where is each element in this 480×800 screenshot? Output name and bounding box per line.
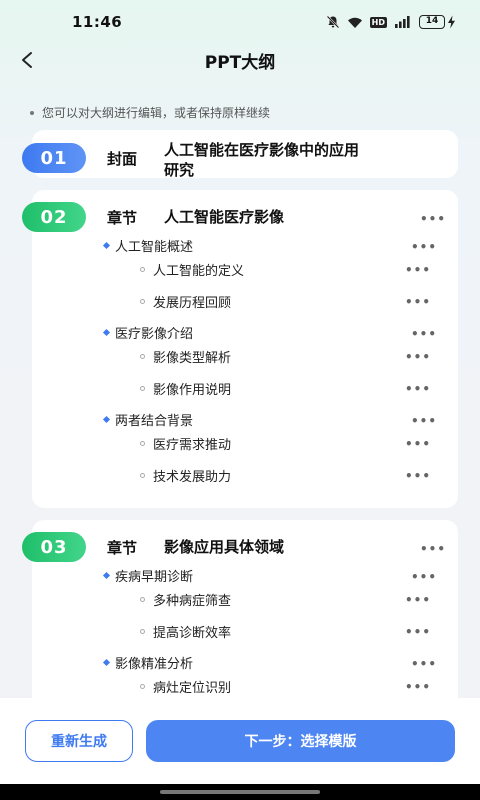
more-options-button[interactable]: •••	[405, 295, 430, 309]
circle-bullet-icon	[140, 299, 145, 304]
leaf-item[interactable]: 多种病症筛查	[140, 590, 231, 609]
section-title-line2: 研究	[164, 161, 195, 179]
leaf-item-label: 影像作用说明	[153, 383, 232, 398]
battery-level: 14	[419, 15, 445, 29]
sub-item[interactable]: 医疗影像介绍	[102, 323, 194, 342]
battery-icon: 14	[419, 15, 456, 29]
diamond-bullet-icon	[102, 415, 111, 424]
circle-bullet-icon	[140, 267, 145, 272]
leaf-item-label: 医疗需求推动	[153, 438, 232, 453]
diamond-bullet-icon	[102, 328, 111, 337]
leaf-item-label: 影像类型解析	[153, 351, 232, 366]
hint-label: 您可以对大纲进行编辑，或者保持原样继续	[42, 106, 271, 120]
circle-bullet-icon	[140, 629, 145, 634]
more-options-button[interactable]: •••	[420, 212, 445, 226]
more-options-button[interactable]: •••	[405, 350, 430, 364]
sub-item-label: 疾病早期诊断	[115, 570, 194, 585]
more-options-button[interactable]: •••	[405, 263, 430, 277]
home-indicator[interactable]	[160, 790, 320, 794]
hd-icon: HD	[369, 16, 387, 28]
sub-item[interactable]: 两者结合背景	[102, 410, 194, 429]
circle-bullet-icon	[140, 354, 145, 359]
leaf-item-label: 病灶定位识别	[153, 681, 232, 696]
sub-item-label: 人工智能概述	[115, 240, 194, 255]
more-options-button[interactable]: •••	[411, 657, 436, 671]
more-options-button[interactable]: •••	[420, 542, 445, 556]
diamond-bullet-icon	[102, 658, 111, 667]
section-title-line1: 人工智能在医疗影像中的应用	[164, 141, 360, 159]
more-options-button[interactable]: •••	[411, 327, 436, 341]
sub-item[interactable]: 影像精准分析	[102, 653, 194, 672]
status-time: 11:46	[72, 13, 123, 31]
wifi-icon	[347, 17, 362, 28]
section-card-chapter[interactable]	[32, 190, 458, 508]
section-type: 封面	[107, 150, 138, 168]
leaf-item[interactable]: 人工智能的定义	[140, 260, 244, 279]
leaf-item[interactable]: 影像作用说明	[140, 379, 231, 398]
circle-bullet-icon	[140, 597, 145, 602]
system-nav-area	[0, 784, 480, 800]
section-number-badge: 01	[22, 143, 86, 173]
circle-bullet-icon	[140, 386, 145, 391]
section-title[interactable]: 人工智能医疗影像	[164, 207, 284, 227]
section-type: 章节	[107, 539, 138, 557]
outline-list[interactable]: 01 封面 人工智能在医疗影像中的应用 研究 02 章节 人工智能医疗影像 ••…	[0, 128, 480, 698]
leaf-item-label: 发展历程回顾	[153, 296, 232, 311]
leaf-item[interactable]: 影像类型解析	[140, 347, 231, 366]
sub-item-label: 两者结合背景	[115, 414, 194, 429]
sub-item[interactable]: 疾病早期诊断	[102, 566, 194, 585]
leaf-item-label: 技术发展助力	[153, 470, 232, 485]
nav-bar: PPT大纲	[0, 40, 480, 80]
status-icons: HD 14	[326, 15, 456, 29]
hint-text: 您可以对大纲进行编辑，或者保持原样继续	[30, 104, 270, 121]
more-options-button[interactable]: •••	[405, 625, 430, 639]
leaf-item[interactable]: 病灶定位识别	[140, 677, 231, 696]
leaf-item[interactable]: 提高诊断效率	[140, 622, 231, 641]
more-options-button[interactable]: •••	[405, 593, 430, 607]
leaf-item-label: 多种病症筛查	[153, 594, 232, 609]
circle-bullet-icon	[140, 684, 145, 689]
status-bar: 11:46 HD 14	[0, 0, 480, 44]
leaf-item-label: 人工智能的定义	[153, 264, 245, 279]
circle-bullet-icon	[140, 441, 145, 446]
circle-bullet-icon	[140, 473, 145, 478]
sub-item[interactable]: 人工智能概述	[102, 236, 194, 255]
more-options-button[interactable]: •••	[411, 240, 436, 254]
mute-bell-icon	[326, 15, 339, 29]
more-options-button[interactable]: •••	[411, 570, 436, 584]
section-type: 章节	[107, 209, 138, 227]
sub-item-label: 影像精准分析	[115, 657, 194, 672]
signal-4g-icon	[395, 16, 410, 28]
section-number-badge: 02	[22, 202, 86, 232]
bullet-dot	[30, 110, 34, 115]
section-title[interactable]: 人工智能在医疗影像中的应用 研究	[164, 140, 359, 180]
page-title: PPT大纲	[204, 53, 276, 73]
leaf-item[interactable]: 技术发展助力	[140, 466, 231, 485]
section-title[interactable]: 影像应用具体领域	[164, 537, 284, 557]
more-options-button[interactable]: •••	[405, 382, 430, 396]
leaf-item[interactable]: 医疗需求推动	[140, 434, 231, 453]
section-number-badge: 03	[22, 532, 86, 562]
next-step-button[interactable]: 下一步：选择模版	[146, 720, 455, 762]
leaf-item-label: 提高诊断效率	[153, 626, 232, 641]
more-options-button[interactable]: •••	[405, 437, 430, 451]
more-options-button[interactable]: •••	[405, 469, 430, 483]
diamond-bullet-icon	[102, 241, 111, 250]
leaf-item[interactable]: 发展历程回顾	[140, 292, 231, 311]
bottom-action-bar: 重新生成 下一步：选择模版	[0, 698, 480, 784]
sub-item-label: 医疗影像介绍	[115, 327, 194, 342]
more-options-button[interactable]: •••	[411, 414, 436, 428]
more-options-button[interactable]: •••	[405, 680, 430, 694]
charging-icon	[448, 15, 455, 29]
diamond-bullet-icon	[102, 571, 111, 580]
regenerate-button[interactable]: 重新生成	[25, 720, 133, 762]
